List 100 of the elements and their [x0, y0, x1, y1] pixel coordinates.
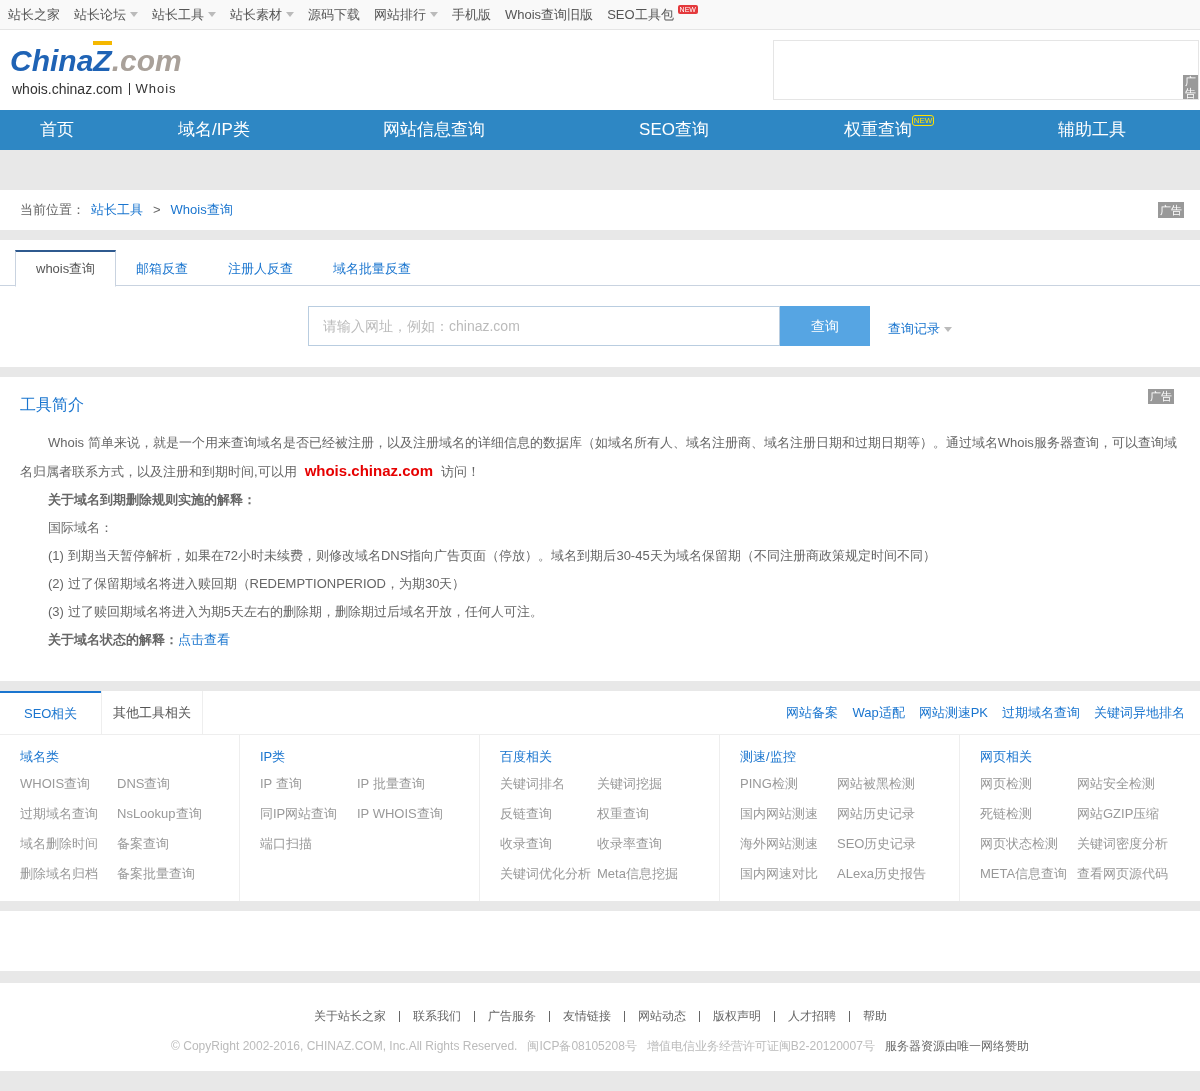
ad-label: 广告 [1183, 74, 1198, 99]
quick-link[interactable]: 过期域名查询 [1002, 702, 1080, 723]
tab[interactable]: whois查询 [15, 250, 117, 287]
tool-link[interactable]: 海外网站测速 [740, 829, 837, 859]
tool-link[interactable]: 网页状态检测 [980, 829, 1077, 859]
top-nav-link[interactable]: 站长之家 [8, 4, 60, 25]
tool-link[interactable]: 关键词挖掘 [597, 769, 719, 799]
history-link[interactable]: 查询记录 [888, 319, 952, 339]
column-title: 网页相关 [980, 748, 1033, 766]
tool-link[interactable]: 同IP网站查询 [260, 799, 357, 829]
tool-link[interactable]: IP 批量查询 [357, 769, 479, 799]
rule-text: 国际域名： [47, 519, 114, 537]
tool-link[interactable]: 国内网速对比 [740, 859, 837, 889]
breadcrumb-link[interactable]: 站长工具 [91, 200, 143, 220]
column-title: IP类 [260, 748, 287, 766]
top-nav-link[interactable]: 站长素材 [230, 4, 294, 25]
tool-link[interactable]: 死链检测 [980, 799, 1077, 829]
tab[interactable]: SEO相关 [0, 691, 102, 734]
breadcrumb-label: 当前位置： [20, 201, 85, 220]
footer-link[interactable]: 网站动态 [637, 1007, 686, 1025]
tool-link[interactable]: NsLookup查询 [117, 799, 239, 829]
tool-link[interactable]: Meta信息挖掘 [597, 859, 719, 889]
top-nav-link[interactable]: 源码下载 [308, 4, 360, 25]
top-nav-link[interactable]: Whois查询旧版 [505, 4, 594, 25]
sponsor-text: 服务器资源由唯一网络赞助 [884, 1038, 1029, 1055]
quick-link[interactable]: 网站测速PK [918, 702, 988, 723]
tool-link[interactable]: IP 查询 [260, 769, 357, 799]
copyright-text: © CopyRight 2002-2016, CHINAZ.COM, Inc.All Rights Reserved. [171, 1038, 518, 1055]
tool-link[interactable]: 网站历史记录 [837, 799, 959, 829]
quick-link[interactable]: 关键词异地排名 [1094, 702, 1185, 723]
top-nav-link[interactable]: 站长论坛 [74, 4, 138, 25]
site-section: Whois [135, 79, 177, 99]
tool-link[interactable]: 备案查询 [117, 829, 239, 859]
main-nav-item[interactable]: 权重查询 [843, 117, 912, 143]
breadcrumb-separator: > [153, 201, 161, 220]
tool-link[interactable]: 端口扫描 [260, 829, 357, 859]
new-badge: NEW [911, 115, 935, 127]
tool-link[interactable]: META信息查询 [980, 859, 1077, 889]
tool-link[interactable]: 权重查询 [597, 799, 719, 829]
top-nav-link[interactable]: 网站排行 [374, 4, 438, 25]
quick-link[interactable]: 网站备案 [786, 702, 839, 723]
tool-link[interactable]: 收录率查询 [597, 829, 719, 859]
license-link[interactable]: 增值电信业务经营许可证闽B2-20120007号 [646, 1037, 875, 1055]
tool-link[interactable]: IP WHOIS查询 [357, 799, 479, 829]
footer-link[interactable]: 帮助 [862, 1007, 887, 1025]
tool-link[interactable]: 收录查询 [500, 829, 597, 859]
details-link[interactable]: 点击查看 [178, 632, 230, 647]
ad-label: 广告 [1158, 201, 1184, 219]
tool-link[interactable]: 网页检测 [980, 769, 1077, 799]
footer-link[interactable]: 人才招聘 [787, 1007, 836, 1025]
tool-link[interactable]: SEO历史记录 [837, 829, 959, 859]
breadcrumb-link[interactable]: Whois查询 [170, 200, 233, 220]
tool-link[interactable]: 查看网页源代码 [1077, 859, 1200, 889]
tool-link[interactable]: 网站安全检测 [1077, 769, 1200, 799]
tab[interactable]: 邮箱反查 [116, 250, 209, 287]
column-title: 百度相关 [500, 748, 553, 766]
footer-link[interactable]: 关于站长之家 [313, 1007, 386, 1025]
tool-link[interactable]: 过期域名查询 [20, 799, 117, 829]
tool-link[interactable]: 关键词排名 [500, 769, 597, 799]
tool-link[interactable]: 网站GZIP压缩 [1077, 799, 1200, 829]
tool-link[interactable]: 国内网站测速 [740, 799, 837, 829]
main-nav-item[interactable]: 网站信息查询 [383, 117, 485, 143]
footer-link[interactable]: 友情链接 [562, 1007, 611, 1025]
rule-text: (2) 过了保留期域名将进入赎回期（REDEMPTIONPERIOD，为期30天） [47, 575, 467, 593]
tab[interactable]: 注册人反查 [208, 250, 314, 287]
main-nav-item[interactable]: 辅助工具 [1058, 117, 1126, 143]
footer-link[interactable]: 广告服务 [487, 1007, 536, 1025]
ad-label: 广告 [1148, 389, 1174, 404]
tool-link[interactable]: 关键词优化分析 [500, 859, 597, 889]
tool-link[interactable]: 网站被黑检测 [837, 769, 959, 799]
main-nav-item[interactable]: SEO查询 [639, 117, 709, 143]
tool-link[interactable]: ALexa历史报告 [837, 859, 959, 889]
main-nav-item[interactable]: 首页 [40, 117, 74, 143]
search-button[interactable]: 查询 [780, 306, 870, 346]
intro-paragraph: Whois 简单来说，就是一个用来查询域名是否已经被注册，以及注册域名的详细信息的数据库（如域名所有人、域名注册商、域名注册日期和过期日期等）。通过域名Whois服务器查询，可以查询域名归属者联系方式，以及注册和到期时间,可以用 whois.chinaz.com 访问！ [20, 434, 1178, 481]
footer-link[interactable]: 联系我们 [412, 1007, 461, 1025]
tool-link[interactable]: 反链查询 [500, 799, 597, 829]
rule-text: (3) 过了赎回期域名将进入为期5天左右的删除期，删除期过后域名开放，任何人可注。 [47, 603, 544, 621]
search-field[interactable]: 请输入网址，例如：chinaz.com [308, 306, 780, 346]
logo[interactable]: ChinaZ.com [10, 40, 182, 77]
ad-banner[interactable]: 广告 [773, 40, 1199, 100]
tool-link[interactable]: 备案批量查询 [117, 859, 239, 889]
site-link[interactable]: whois.chinaz.com [304, 462, 433, 479]
tool-link[interactable]: 关键词密度分析 [1077, 829, 1200, 859]
tab[interactable]: 其他工具相关 [101, 691, 204, 734]
main-nav-item[interactable]: 域名/IP类 [178, 117, 250, 143]
rule-heading: 关于域名状态的解释： [48, 632, 178, 647]
caret-icon [944, 326, 952, 332]
tab[interactable]: 域名批量反查 [313, 250, 432, 287]
tool-link[interactable]: PING检测 [740, 769, 837, 799]
quick-link[interactable]: Wap适配 [852, 702, 905, 723]
top-nav-link[interactable]: 手机版 [452, 4, 491, 25]
tool-link[interactable]: 删除域名归档 [20, 859, 117, 889]
tool-link[interactable]: 域名删除时间 [20, 829, 117, 859]
top-nav-link[interactable]: 站长工具 [152, 4, 216, 25]
tool-link[interactable]: WHOIS查询 [20, 769, 117, 799]
tool-link[interactable]: DNS查询 [117, 769, 239, 799]
icp-link[interactable]: 闽ICP备08105208号 [527, 1037, 637, 1055]
footer-link[interactable]: 版权声明 [712, 1007, 761, 1025]
section-title: 工具简介 [20, 395, 84, 415]
